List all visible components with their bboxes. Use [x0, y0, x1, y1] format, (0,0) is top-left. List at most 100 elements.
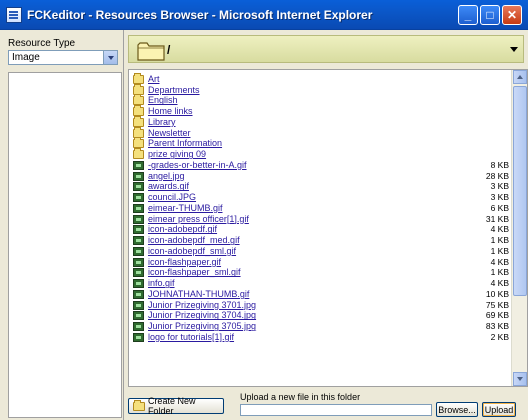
- folder-icon: [133, 126, 144, 138]
- image-file-icon: [133, 332, 144, 342]
- upload-label: Upload a new file in this folder: [240, 392, 361, 402]
- folder-name-link[interactable]: Parent Information: [148, 138, 222, 149]
- folder-name-link[interactable]: Library: [148, 117, 176, 128]
- file-rows: Art Departments English Home links Library Ne…: [133, 72, 511, 343]
- file-list: Art Departments English Home links Library Ne…: [128, 69, 528, 387]
- file-name-link[interactable]: Junior Prizegiving 3704.jpg: [148, 310, 256, 321]
- create-folder-label: Create New Folder: [147, 396, 196, 416]
- file-name-link[interactable]: Junior Prizegiving 3705.jpg: [148, 321, 256, 332]
- file-name-link[interactable]: icon-flashpaper.gif: [148, 257, 221, 268]
- file-row[interactable]: awards.gif 3 KB: [133, 181, 511, 193]
- file-row[interactable]: council.JPG 3 KB: [133, 192, 511, 203]
- image-file-icon: [133, 300, 144, 310]
- folder-row[interactable]: Art: [133, 72, 511, 85]
- image-file-icon: [133, 171, 144, 181]
- image-file-icon: [133, 203, 144, 213]
- scrollbar-thumb[interactable]: [513, 86, 527, 296]
- file-row[interactable]: Junior Prizegiving 3705.jpg 83 KB: [133, 321, 511, 332]
- file-row[interactable]: icon-flashpaper.gif 4 KB: [133, 257, 511, 268]
- file-name-link[interactable]: eimear press officer[1].gif: [148, 214, 249, 225]
- scroll-up-icon[interactable]: [513, 70, 527, 84]
- image-file-icon: [133, 311, 144, 321]
- maximize-button[interactable]: □: [480, 4, 500, 25]
- file-name-link[interactable]: info.gif: [148, 278, 175, 289]
- file-name-link[interactable]: council.JPG: [148, 192, 196, 203]
- file-size: 6 KB: [490, 202, 509, 213]
- file-size: 4 KB: [490, 224, 509, 235]
- create-new-folder-button[interactable]: Create New Folder: [128, 396, 224, 416]
- file-name-link[interactable]: -grades-or-better-in-A.gif: [148, 160, 247, 171]
- file-size: 4 KB: [490, 256, 509, 267]
- image-file-icon: [133, 214, 144, 224]
- folder-name-link[interactable]: English: [148, 95, 178, 106]
- folder-row[interactable]: Home links: [133, 105, 511, 117]
- file-name-link[interactable]: eimear-THUMB.gif: [148, 203, 223, 214]
- folder-icon: [133, 137, 144, 149]
- file-row[interactable]: icon-adobepdf.gif 4 KB: [133, 224, 511, 236]
- folder-row[interactable]: Newsletter: [133, 126, 511, 139]
- file-name-link[interactable]: JOHNATHAN-THUMB.gif: [148, 289, 249, 300]
- minimize-button[interactable]: _: [458, 4, 478, 25]
- file-row[interactable]: eimear-THUMB.gif 6 KB: [133, 203, 511, 214]
- file-row[interactable]: Junior Prizegiving 3704.jpg 69 KB: [133, 310, 511, 322]
- file-name-link[interactable]: icon-adobepdf.gif: [148, 224, 217, 235]
- image-file-icon: [133, 279, 144, 289]
- upload-button[interactable]: Upload: [482, 402, 516, 417]
- folder-row[interactable]: Departments: [133, 83, 511, 96]
- folder-icon: [137, 42, 165, 61]
- upload-file-input[interactable]: [240, 404, 432, 416]
- folder-icon: [133, 115, 144, 127]
- file-row[interactable]: icon-adobepdf_med.gif 1 KB: [133, 235, 511, 246]
- close-button[interactable]: ✕: [502, 4, 522, 25]
- file-size: 31 KB: [485, 213, 509, 224]
- image-file-icon: [133, 160, 144, 170]
- caret-down-icon[interactable]: [510, 47, 518, 52]
- file-row[interactable]: icon-flashpaper_sml.gif 1 KB: [133, 267, 511, 279]
- window-title: FCKeditor - Resources Browser - Microsof…: [27, 7, 373, 22]
- file-size: 2 KB: [490, 331, 509, 342]
- current-path: /: [167, 43, 171, 57]
- folder-row[interactable]: prize giving 09: [133, 148, 511, 160]
- folder-icon: [133, 148, 144, 160]
- file-name-link[interactable]: awards.gif: [148, 181, 189, 192]
- folder-name-link[interactable]: prize giving 09: [148, 149, 206, 160]
- file-size: 3 KB: [490, 192, 509, 203]
- browse-button[interactable]: Browse...: [436, 402, 478, 417]
- file-size: 69 KB: [485, 310, 509, 321]
- file-row[interactable]: Junior Prizegiving 3701.jpg 75 KB: [133, 300, 511, 311]
- folder-row[interactable]: Library: [133, 115, 511, 128]
- file-row[interactable]: angel.jpg 28 KB: [133, 171, 511, 182]
- folder-name-link[interactable]: Art: [148, 74, 160, 85]
- file-name-link[interactable]: icon-adobepdf_sml.gif: [148, 246, 236, 257]
- image-file-icon: [133, 182, 144, 192]
- folder-name-link[interactable]: Newsletter: [148, 128, 191, 139]
- image-file-icon: [133, 268, 144, 278]
- folder-icon: [133, 72, 144, 84]
- vertical-scrollbar[interactable]: [511, 70, 527, 386]
- folder-row[interactable]: Parent Information: [133, 137, 511, 150]
- file-row[interactable]: eimear press officer[1].gif 31 KB: [133, 214, 511, 225]
- image-file-icon: [133, 193, 144, 203]
- resource-type-select[interactable]: Image: [8, 50, 118, 65]
- folder-icon: [133, 94, 144, 106]
- file-name-link[interactable]: icon-adobepdf_med.gif: [148, 235, 240, 246]
- image-file-icon: [133, 246, 144, 256]
- file-name-link[interactable]: logo for tutorials[1].gif: [148, 332, 234, 343]
- resource-type-value: Image: [12, 52, 40, 63]
- file-name-link[interactable]: Junior Prizegiving 3701.jpg: [148, 300, 256, 311]
- file-name-link[interactable]: icon-flashpaper_sml.gif: [148, 267, 241, 278]
- folder-name-link[interactable]: Home links: [148, 106, 193, 117]
- folder-tree[interactable]: [8, 72, 122, 418]
- file-row[interactable]: -grades-or-better-in-A.gif 8 KB: [133, 160, 511, 171]
- file-row[interactable]: info.gif 4 KB: [133, 278, 511, 289]
- file-row[interactable]: icon-adobepdf_sml.gif 1 KB: [133, 246, 511, 257]
- file-name-link[interactable]: angel.jpg: [148, 171, 185, 182]
- file-size: 28 KB: [485, 170, 509, 181]
- file-row[interactable]: logo for tutorials[1].gif 2 KB: [133, 332, 511, 343]
- folder-name-link[interactable]: Departments: [148, 85, 200, 96]
- folder-row[interactable]: English: [133, 94, 511, 107]
- file-row[interactable]: JOHNATHAN-THUMB.gif 10 KB: [133, 289, 511, 300]
- image-file-icon: [133, 225, 144, 235]
- scroll-down-icon[interactable]: [513, 372, 527, 386]
- chevron-down-icon[interactable]: [103, 51, 117, 64]
